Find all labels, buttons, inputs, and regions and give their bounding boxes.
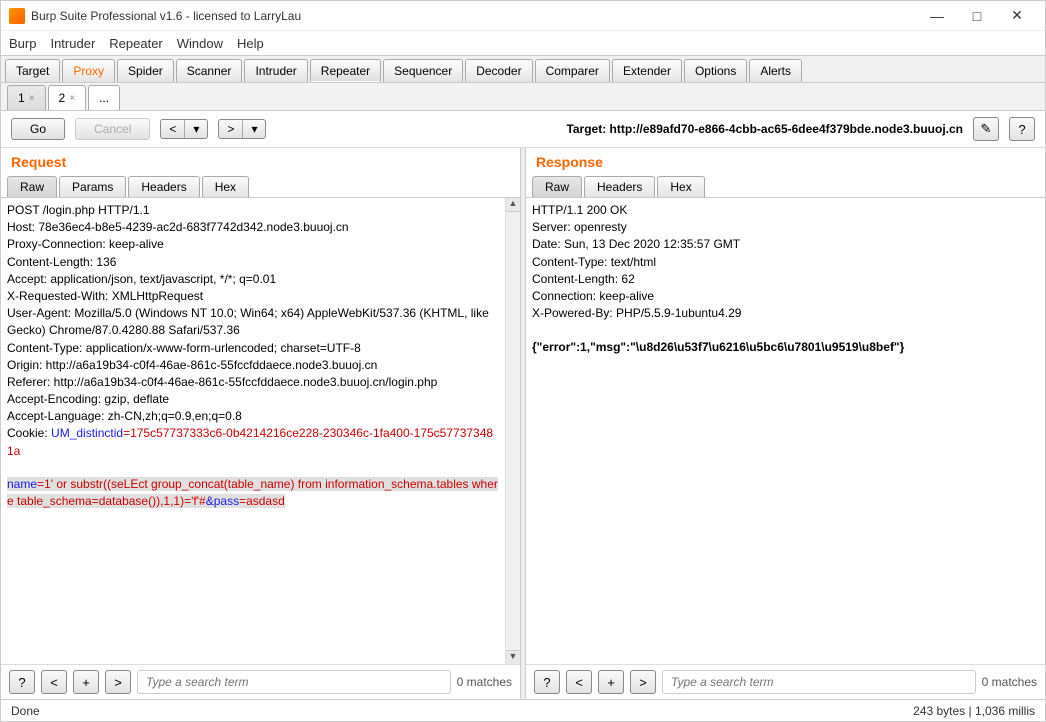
- menu-repeater[interactable]: Repeater: [109, 36, 162, 51]
- response-tabs: Raw Headers Hex: [526, 176, 1045, 198]
- tab-options[interactable]: Options: [684, 59, 747, 82]
- status-right: 243 bytes | 1,036 millis: [913, 704, 1035, 718]
- scroll-down-icon: ▼: [506, 650, 520, 664]
- search-next-button[interactable]: >: [105, 670, 131, 694]
- chevron-left-icon: <: [161, 120, 185, 138]
- close-icon[interactable]: ×: [29, 93, 35, 104]
- request-search-input[interactable]: [137, 670, 451, 694]
- window-title: Burp Suite Professional v1.6 - licensed …: [31, 9, 917, 23]
- menu-intruder[interactable]: Intruder: [50, 36, 95, 51]
- chevron-right-icon: >: [219, 120, 243, 138]
- request-tab-params[interactable]: Params: [59, 176, 126, 197]
- tab-scanner[interactable]: Scanner: [176, 59, 243, 82]
- history-back[interactable]: <▾: [160, 119, 208, 139]
- menubar: Burp Intruder Repeater Window Help: [1, 31, 1045, 55]
- subtab-1[interactable]: 1×: [7, 85, 46, 110]
- request-searchbar: ? < + > 0 matches: [1, 664, 520, 699]
- request-pane: Request Raw Params Headers Hex POST /log…: [1, 148, 520, 699]
- search-next-button[interactable]: >: [630, 670, 656, 694]
- tab-target[interactable]: Target: [5, 59, 60, 82]
- response-tab-headers[interactable]: Headers: [584, 176, 655, 197]
- menu-burp[interactable]: Burp: [9, 36, 36, 51]
- target-label: Target: http://e89afd70-e866-4cbb-ac65-6…: [276, 122, 963, 136]
- tab-spider[interactable]: Spider: [117, 59, 174, 82]
- request-search-matches: 0 matches: [457, 675, 512, 689]
- tab-alerts[interactable]: Alerts: [749, 59, 802, 82]
- request-response-panes: Request Raw Params Headers Hex POST /log…: [1, 148, 1045, 699]
- search-add-button[interactable]: +: [598, 670, 624, 694]
- response-tab-hex[interactable]: Hex: [657, 176, 704, 197]
- response-tab-raw[interactable]: Raw: [532, 176, 582, 197]
- caret-down-icon: ▾: [243, 120, 265, 138]
- close-icon[interactable]: ×: [69, 93, 75, 104]
- response-raw-viewer[interactable]: HTTP/1.1 200 OK Server: openresty Date: …: [526, 198, 1045, 664]
- tab-comparer[interactable]: Comparer: [535, 59, 610, 82]
- response-search-matches: 0 matches: [982, 675, 1037, 689]
- tab-proxy[interactable]: Proxy: [62, 59, 115, 82]
- search-prev-button[interactable]: <: [41, 670, 67, 694]
- subtab-new[interactable]: ...: [88, 85, 120, 110]
- repeater-subtabs: 1× 2× ...: [1, 83, 1045, 111]
- app-icon: [9, 8, 25, 24]
- response-pane: Response Raw Headers Hex HTTP/1.1 200 OK…: [526, 148, 1045, 699]
- repeater-toolbar: Go Cancel <▾ >▾ Target: http://e89afd70-…: [1, 111, 1045, 148]
- cancel-button[interactable]: Cancel: [75, 118, 150, 140]
- response-title: Response: [526, 148, 1045, 172]
- tab-intruder[interactable]: Intruder: [244, 59, 307, 82]
- search-help-button[interactable]: ?: [534, 670, 560, 694]
- maximize-button[interactable]: □: [957, 8, 997, 24]
- pencil-icon: ✎: [981, 121, 992, 137]
- subtab-2[interactable]: 2×: [48, 85, 87, 110]
- status-left: Done: [11, 704, 40, 718]
- titlebar: Burp Suite Professional v1.6 - licensed …: [1, 1, 1045, 31]
- response-search-input[interactable]: [662, 670, 976, 694]
- history-forward[interactable]: >▾: [218, 119, 266, 139]
- request-raw-editor[interactable]: POST /login.php HTTP/1.1 Host: 78e36ec4-…: [1, 198, 505, 664]
- minimize-button[interactable]: —: [917, 8, 957, 24]
- request-tab-hex[interactable]: Hex: [202, 176, 249, 197]
- statusbar: Done 243 bytes | 1,036 millis: [1, 699, 1045, 721]
- caret-down-icon: ▾: [185, 120, 207, 138]
- scroll-up-icon: ▲: [506, 198, 520, 212]
- search-add-button[interactable]: +: [73, 670, 99, 694]
- main-tabs: Target Proxy Spider Scanner Intruder Rep…: [1, 55, 1045, 83]
- response-searchbar: ? < + > 0 matches: [526, 664, 1045, 699]
- request-tab-headers[interactable]: Headers: [128, 176, 199, 197]
- tab-decoder[interactable]: Decoder: [465, 59, 532, 82]
- tab-extender[interactable]: Extender: [612, 59, 682, 82]
- search-prev-button[interactable]: <: [566, 670, 592, 694]
- menu-help[interactable]: Help: [237, 36, 264, 51]
- tab-repeater[interactable]: Repeater: [310, 59, 381, 82]
- menu-window[interactable]: Window: [177, 36, 223, 51]
- search-help-button[interactable]: ?: [9, 670, 35, 694]
- question-icon: ?: [1018, 122, 1025, 137]
- close-button[interactable]: ✕: [997, 7, 1037, 24]
- go-button[interactable]: Go: [11, 118, 65, 140]
- request-title: Request: [1, 148, 520, 172]
- request-tabs: Raw Params Headers Hex: [1, 176, 520, 198]
- edit-target-button[interactable]: ✎: [973, 117, 999, 141]
- request-tab-raw[interactable]: Raw: [7, 176, 57, 197]
- help-button[interactable]: ?: [1009, 117, 1035, 141]
- tab-sequencer[interactable]: Sequencer: [383, 59, 463, 82]
- request-scrollbar[interactable]: ▲▼: [505, 198, 520, 664]
